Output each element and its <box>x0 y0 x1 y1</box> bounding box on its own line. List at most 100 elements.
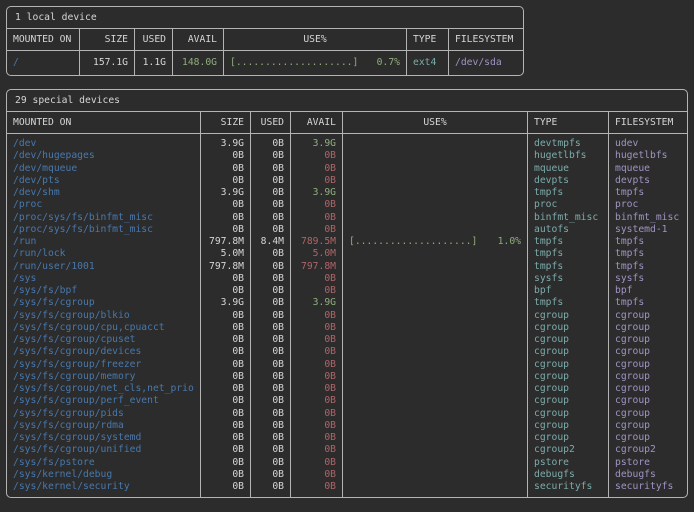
used-cell: 0B <box>251 187 291 199</box>
size-cell: 0B <box>201 371 251 383</box>
mount-cell: / <box>7 51 80 75</box>
used-cell: 0B <box>251 359 291 371</box>
avail-cell: 148.0G <box>173 51 224 75</box>
usage-bar-cell <box>343 175 528 187</box>
mount-cell: /sys/fs/cgroup/rdma <box>7 420 201 432</box>
mount-cell: /dev/hugepages <box>7 150 201 162</box>
type-cell: tmpfs <box>528 297 609 309</box>
usage-percent: 0.7% <box>377 57 400 69</box>
size-cell: 0B <box>201 346 251 358</box>
used-cell: 0B <box>251 469 291 481</box>
column-header-used: USED <box>251 112 291 134</box>
usage-bar-cell: [....................] 1.0% <box>343 236 528 248</box>
column-header-filesystem: FILESYSTEM <box>449 29 523 51</box>
mount-cell: /sys/fs/cgroup/blkio <box>7 310 201 322</box>
type-cell: cgroup <box>528 383 609 395</box>
avail-cell: 0B <box>291 481 343 493</box>
size-cell: 0B <box>201 322 251 334</box>
used-cell: 8.4M <box>251 236 291 248</box>
avail-cell: 0B <box>291 420 343 432</box>
size-cell: 797.8M <box>201 236 251 248</box>
filesystem-cell: udev <box>609 138 687 150</box>
type-cell: cgroup <box>528 322 609 334</box>
spacer <box>251 493 291 497</box>
usage-bar-cell <box>343 150 528 162</box>
used-cell: 0B <box>251 163 291 175</box>
used-cell: 0B <box>251 310 291 322</box>
size-cell: 797.8M <box>201 261 251 273</box>
filesystem-cell: tmpfs <box>609 297 687 309</box>
used-cell: 0B <box>251 395 291 407</box>
size-cell: 0B <box>201 420 251 432</box>
size-cell: 0B <box>201 199 251 211</box>
type-cell: devtmpfs <box>528 138 609 150</box>
mount-cell: /sys/fs/cgroup/systemd <box>7 432 201 444</box>
avail-cell: 0B <box>291 371 343 383</box>
avail-cell: 5.0M <box>291 248 343 260</box>
filesystem-cell: cgroup <box>609 310 687 322</box>
type-cell: devpts <box>528 175 609 187</box>
usage-bar: [....................] <box>349 236 477 248</box>
mount-cell: /sys/kernel/security <box>7 481 201 493</box>
mount-cell: /sys/fs/cgroup <box>7 297 201 309</box>
used-cell: 1.1G <box>135 51 173 75</box>
usage-bar-cell <box>343 322 528 334</box>
avail-cell: 0B <box>291 432 343 444</box>
type-cell: cgroup <box>528 395 609 407</box>
usage-bar-cell <box>343 408 528 420</box>
usage-bar-cell <box>343 297 528 309</box>
used-cell: 0B <box>251 150 291 162</box>
usage-bar-cell <box>343 273 528 285</box>
local-devices-table: 1 local device MOUNTED ONSIZEUSEDAVAILUS… <box>6 6 524 76</box>
used-cell: 0B <box>251 175 291 187</box>
avail-cell: 0B <box>291 322 343 334</box>
type-cell: tmpfs <box>528 261 609 273</box>
usage-percent: 1.0% <box>498 236 521 248</box>
spacer <box>609 493 687 497</box>
mount-cell: /sys/kernel/debug <box>7 469 201 481</box>
avail-cell: 0B <box>291 150 343 162</box>
size-cell: 0B <box>201 457 251 469</box>
size-cell: 0B <box>201 481 251 493</box>
filesystem-cell: cgroup <box>609 420 687 432</box>
filesystem-cell: tmpfs <box>609 261 687 273</box>
used-cell: 0B <box>251 408 291 420</box>
filesystem-cell: systemd-1 <box>609 224 687 236</box>
used-cell: 0B <box>251 481 291 493</box>
type-cell: tmpfs <box>528 236 609 248</box>
column-header-mounted-on: MOUNTED ON <box>7 112 201 134</box>
mount-cell: /sys/fs/cgroup/unified <box>7 444 201 456</box>
size-cell: 0B <box>201 408 251 420</box>
avail-cell: 0B <box>291 310 343 322</box>
filesystem-cell: bpf <box>609 285 687 297</box>
usage-bar-cell <box>343 395 528 407</box>
size-cell: 0B <box>201 163 251 175</box>
filesystem-cell: cgroup <box>609 383 687 395</box>
used-cell: 0B <box>251 371 291 383</box>
avail-cell: 0B <box>291 346 343 358</box>
size-cell: 0B <box>201 224 251 236</box>
usage-bar-cell <box>343 212 528 224</box>
mount-cell: /sys/fs/cgroup/net_cls,net_prio <box>7 383 201 395</box>
type-cell: tmpfs <box>528 248 609 260</box>
usage-bar-cell <box>343 359 528 371</box>
avail-cell: 789.5M <box>291 236 343 248</box>
avail-cell: 3.9G <box>291 187 343 199</box>
type-cell: mqueue <box>528 163 609 175</box>
used-cell: 0B <box>251 432 291 444</box>
size-cell: 157.1G <box>80 51 135 75</box>
type-cell: hugetlbfs <box>528 150 609 162</box>
spacer <box>343 493 528 497</box>
size-cell: 0B <box>201 310 251 322</box>
mount-cell: /run/lock <box>7 248 201 260</box>
filesystem-cell: tmpfs <box>609 248 687 260</box>
avail-cell: 0B <box>291 469 343 481</box>
type-cell: bpf <box>528 285 609 297</box>
size-cell: 3.9G <box>201 138 251 150</box>
terminal-screen: { "palette": { "bg": "#2c2c2c", "fg": "#… <box>0 0 694 512</box>
mount-cell: /proc/sys/fs/binfmt_misc <box>7 224 201 236</box>
mount-cell: /run/user/1001 <box>7 261 201 273</box>
used-cell: 0B <box>251 346 291 358</box>
usage-bar-cell <box>343 444 528 456</box>
used-cell: 0B <box>251 322 291 334</box>
